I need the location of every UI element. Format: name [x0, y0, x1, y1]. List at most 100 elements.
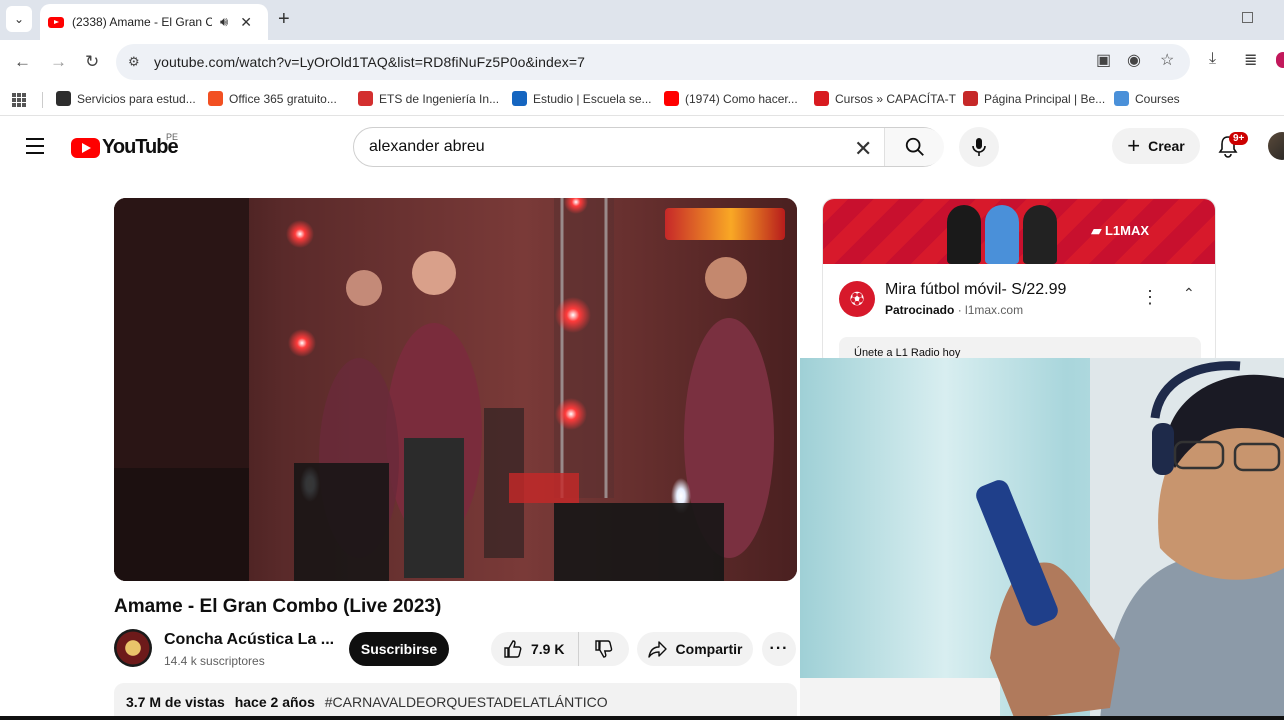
subscribe-button[interactable]: Suscribirse	[349, 632, 449, 666]
subscriber-count: 14.4 k suscriptores	[164, 654, 265, 668]
youtube-favicon-icon	[48, 16, 64, 28]
bookmark-favicon-icon	[1114, 91, 1129, 106]
close-tab-icon[interactable]: ✕	[240, 14, 252, 31]
bookmark-item[interactable]: Office 365 gratuito...	[208, 91, 337, 106]
create-button[interactable]: + Crear	[1112, 128, 1200, 164]
video-frame-image	[114, 198, 797, 581]
channel-avatar[interactable]	[114, 629, 152, 667]
sponsored-ad-card[interactable]: ▰ L1MAX ⚽︎ Mira fútbol móvil- S/22.99 Pa…	[822, 198, 1216, 368]
bookmark-item[interactable]: Servicios para estud...	[56, 91, 196, 106]
search-box: ✕	[353, 127, 944, 167]
dislike-button[interactable]	[579, 632, 629, 666]
bookmark-label: ETS de Ingeniería In...	[379, 91, 500, 106]
bookmark-item[interactable]: (1974) Como hacer...	[664, 91, 798, 106]
create-label: Crear	[1148, 138, 1185, 154]
install-app-icon[interactable]: ▣	[1096, 50, 1111, 70]
ad-banner-logo: ▰ L1MAX	[1091, 223, 1149, 238]
webcam-overlay	[800, 358, 1284, 720]
bookmark-label: Office 365 gratuito...	[229, 91, 337, 106]
youtube-header: YouTube PE ✕ + Crear 9+	[0, 118, 1284, 174]
screen-bottom-edge	[0, 716, 1284, 720]
bookmark-item[interactable]: Cursos » CAPACÍTA-T	[814, 91, 956, 106]
site-settings-icon[interactable]: ⚙︎	[128, 54, 154, 70]
browser-toolbar: ← → ↻ ⚙︎ youtube.com/watch?v=LyOrOld1TAQ…	[0, 40, 1284, 84]
ad-banner-image: ▰ L1MAX	[823, 199, 1215, 264]
search-input[interactable]	[354, 138, 834, 156]
voice-search-button[interactable]	[959, 127, 999, 167]
search-button[interactable]	[884, 128, 944, 166]
bookmark-item[interactable]: Estudio | Escuela se...	[512, 91, 652, 106]
plus-icon: +	[1127, 133, 1141, 158]
view-count: 3.7 M de vistas	[126, 694, 225, 710]
channel-name[interactable]: Concha Acústica La ...	[164, 631, 334, 649]
bookmarks-bar: Servicios para estud... Office 365 gratui…	[0, 84, 1284, 116]
profile-avatar[interactable]	[1276, 52, 1284, 68]
bookmark-item[interactable]: Courses	[1114, 91, 1180, 106]
chevron-down-icon: ⌄	[13, 12, 25, 26]
bookmark-favicon-icon	[814, 91, 829, 106]
webcam-person-image	[800, 358, 1284, 720]
ad-banner-figure	[947, 205, 981, 264]
speaker-icon[interactable]: 🔊︎	[220, 14, 228, 30]
youtube-logo[interactable]: YouTube	[71, 136, 179, 159]
notification-badge: 9+	[1229, 132, 1249, 145]
youtube-play-icon	[71, 137, 100, 158]
bookmark-item[interactable]: Página Principal | Be...	[963, 91, 1105, 106]
address-bar[interactable]: ⚙︎ youtube.com/watch?v=LyOrOld1TAQ&list=…	[116, 44, 1190, 80]
share-arrow-icon	[647, 641, 667, 658]
video-title: Amame - El Gran Combo (Live 2023)	[114, 596, 442, 617]
video-player[interactable]	[114, 198, 797, 581]
media-controls-icon[interactable]: ≣	[1244, 50, 1257, 70]
country-code: PE	[166, 132, 179, 142]
ad-banner-figure	[1023, 205, 1057, 264]
bookmark-favicon-icon	[208, 91, 223, 106]
bookmark-favicon-icon	[56, 91, 71, 106]
ad-banner-figure	[985, 205, 1019, 264]
bookmark-favicon-icon	[358, 91, 373, 106]
menu-icon[interactable]	[26, 138, 44, 159]
bookmark-label: Cursos » CAPACÍTA-T	[835, 91, 956, 106]
bookmark-label: (1974) Como hacer...	[685, 91, 798, 106]
tab-search-menu-button[interactable]: ⌄	[6, 6, 32, 32]
more-options-button[interactable]: ···	[762, 632, 796, 666]
thumbs-up-icon	[504, 640, 522, 658]
clear-search-icon[interactable]: ✕	[854, 136, 872, 162]
hashtag-link[interactable]: #CARNAVALDEORQUESTADELATLÁNTICO	[325, 694, 608, 710]
url-text[interactable]: youtube.com/watch?v=LyOrOld1TAQ&list=RD8…	[154, 54, 585, 70]
advertiser-logo-icon: ⚽︎	[839, 281, 875, 317]
window-maximize-button[interactable]	[1242, 12, 1253, 23]
share-button[interactable]: Compartir	[637, 632, 753, 666]
search-icon	[905, 137, 924, 156]
apps-grid-icon[interactable]	[12, 93, 26, 107]
ad-sponsor-line: Patrocinado · l1max.com	[885, 303, 1023, 317]
like-button[interactable]: 7.9 K	[491, 632, 579, 666]
bookmark-label: Courses	[1135, 91, 1180, 106]
reload-icon[interactable]: ↻	[85, 52, 99, 72]
bookmark-label: Estudio | Escuela se...	[533, 91, 652, 106]
thumbs-down-icon	[595, 640, 613, 658]
like-count: 7.9 K	[531, 641, 565, 657]
forward-arrow-icon[interactable]: →	[50, 52, 67, 72]
collapse-chevron-icon[interactable]: ⌃	[1183, 285, 1195, 302]
description-box[interactable]: 3.7 M de vistas hace 2 años #CARNAVALDEO…	[114, 683, 797, 720]
bookmark-label: Servicios para estud...	[77, 91, 196, 106]
ad-title[interactable]: Mira fútbol móvil- S/22.99	[885, 281, 1066, 299]
bookmark-label: Página Principal | Be...	[984, 91, 1106, 106]
bookmarks-divider	[42, 92, 43, 108]
user-avatar[interactable]	[1268, 132, 1284, 160]
browser-tab-active[interactable]: (2338) Amame - El Gran Co 🔊︎ ✕	[40, 4, 268, 40]
tracking-protection-icon[interactable]: ◉	[1127, 50, 1141, 70]
back-arrow-icon[interactable]: ←	[14, 52, 31, 72]
more-horizontal-icon: ···	[769, 640, 789, 657]
bookmark-item[interactable]: ETS de Ingeniería In...	[358, 91, 499, 106]
event-logo-overlay	[665, 208, 785, 240]
bookmark-favicon-icon	[963, 91, 978, 106]
share-label: Compartir	[675, 641, 743, 657]
ad-more-icon[interactable]: ⋮	[1141, 287, 1159, 308]
new-tab-button[interactable]: +	[278, 8, 290, 31]
bookmark-favicon-icon	[512, 91, 527, 106]
download-icon[interactable]: ⤓	[1209, 50, 1216, 68]
bookmark-star-icon[interactable]: ☆	[1160, 50, 1174, 70]
bullet-separator: ·	[957, 303, 966, 317]
tab-title: (2338) Amame - El Gran Co	[72, 15, 212, 29]
